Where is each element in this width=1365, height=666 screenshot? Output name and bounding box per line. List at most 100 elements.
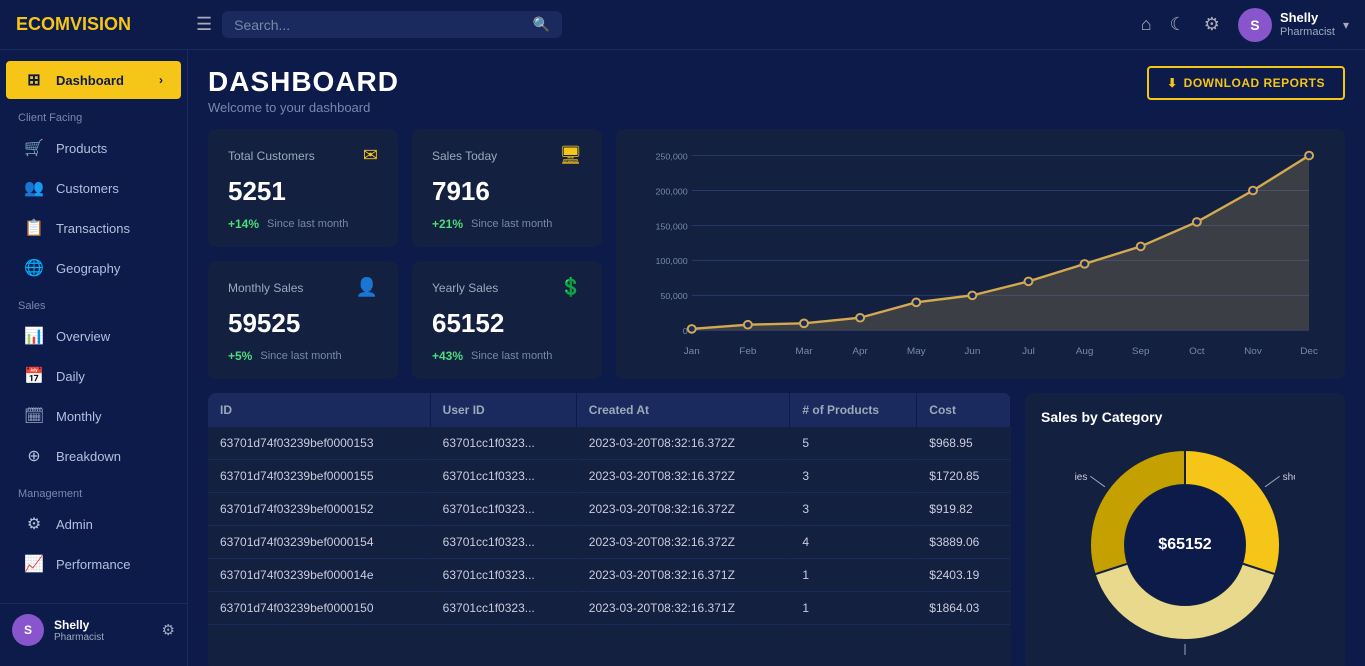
kpi-change-3: +43% (432, 349, 463, 363)
user-menu[interactable]: S Shelly Pharmacist ▾ (1238, 8, 1349, 42)
kpi-value-0: 5251 (228, 176, 378, 207)
svg-text:Dec: Dec (1300, 346, 1318, 357)
app-logo: ECOMVISION (16, 14, 196, 35)
sidebar-avatar: S (12, 614, 44, 646)
col-userid: User ID (430, 393, 576, 427)
geography-icon: 🌐 (24, 258, 44, 278)
kpi-monthly-sales: Monthly Sales 👤 59525 +5% Since last mon… (208, 261, 398, 379)
page-subtitle: Welcome to your dashboard (208, 100, 399, 115)
table-row[interactable]: 63701d74f03239bef000015063701cc1f0323...… (208, 592, 1011, 625)
sidebar-user-role: Pharmacist (54, 632, 104, 643)
svg-text:shoes: shoes (1283, 472, 1295, 483)
donut-center-value: $65152 (1158, 536, 1211, 554)
kpi-label-0: Total Customers (228, 149, 315, 163)
kpi-icon-0: ✉ (363, 145, 378, 166)
search-bar[interactable]: 🔍 (222, 11, 562, 38)
monthly-icon: 🗓 (24, 406, 44, 426)
col-created: Created At (576, 393, 790, 427)
sidebar-item-monthly[interactable]: 🗓 Monthly (6, 397, 181, 435)
table-row[interactable]: 63701d74f03239bef000015263701cc1f0323...… (208, 493, 1011, 526)
kpi-icon-1: 🖥 (559, 145, 582, 166)
sidebar-gear-icon[interactable]: ⚙ (162, 621, 175, 639)
table-cell: $968.95 (917, 427, 1011, 460)
table-cell: $1864.03 (917, 592, 1011, 625)
svg-text:Mar: Mar (795, 346, 813, 357)
table-cell: 2023-03-20T08:32:16.372Z (576, 427, 790, 460)
donut-title: Sales by Category (1041, 409, 1329, 425)
table-cell: 63701cc1f0323... (430, 460, 576, 493)
line-chart: 050,000100,000150,000200,000250,000JanFe… (632, 139, 1329, 359)
sidebar-item-products[interactable]: 🛒 Products (6, 129, 181, 167)
download-icon: ⬇ (1167, 76, 1178, 90)
table-cell: 63701cc1f0323... (430, 526, 576, 559)
table-cell: 2023-03-20T08:32:16.371Z (576, 592, 790, 625)
table-cell: 63701d74f03239bef0000152 (208, 493, 430, 526)
management-label: Management (0, 476, 187, 504)
table-row[interactable]: 63701d74f03239bef000015563701cc1f0323...… (208, 460, 1011, 493)
page-header: DASHBOARD Welcome to your dashboard ⬇ DO… (208, 66, 1345, 115)
col-id: ID (208, 393, 430, 427)
table-row[interactable]: 63701d74f03239bef000014e63701cc1f0323...… (208, 559, 1011, 592)
page-title: DASHBOARD (208, 66, 399, 98)
table-cell: 2023-03-20T08:32:16.371Z (576, 559, 790, 592)
svg-text:100,000: 100,000 (655, 256, 687, 266)
download-reports-button[interactable]: ⬇ DOWNLOAD REPORTS (1147, 66, 1345, 100)
svg-text:Aug: Aug (1076, 346, 1094, 357)
kpi-label-1: Sales Today (432, 149, 497, 163)
kpi-icon-2: 👤 (356, 277, 378, 298)
table-row[interactable]: 63701d74f03239bef000015363701cc1f0323...… (208, 427, 1011, 460)
col-cost: Cost (917, 393, 1011, 427)
table-cell: 63701d74f03239bef0000150 (208, 592, 430, 625)
table-cell: 63701d74f03239bef0000154 (208, 526, 430, 559)
sidebar-item-performance[interactable]: 📈 Performance (6, 545, 181, 583)
sidebar-item-breakdown[interactable]: ⊕ Breakdown (6, 437, 181, 475)
settings-icon[interactable]: ⚙ (1204, 14, 1220, 35)
kpi-sales-today: Sales Today 🖥 7916 +21% Since last month (412, 129, 602, 247)
sidebar-item-dashboard[interactable]: ⊞ Dashboard › (6, 61, 181, 99)
table-cell: 63701cc1f0323... (430, 493, 576, 526)
user-avatar: S (1238, 8, 1272, 42)
line-chart-card: 050,000100,000150,000200,000250,000JanFe… (616, 129, 1345, 379)
svg-text:Nov: Nov (1244, 346, 1262, 357)
customers-icon: 👥 (24, 178, 44, 198)
kpi-since-2: Since last month (260, 350, 341, 362)
moon-icon[interactable]: ☾ (1170, 14, 1186, 35)
github-icon[interactable]: ⌂ (1141, 14, 1152, 35)
table-cell: 63701cc1f0323... (430, 559, 576, 592)
svg-text:Oct: Oct (1189, 346, 1205, 357)
sidebar-item-admin[interactable]: ⚙ Admin (6, 505, 181, 543)
table-cell: $2403.19 (917, 559, 1011, 592)
sidebar-item-daily[interactable]: 📅 Daily (6, 357, 181, 395)
products-icon: 🛒 (24, 138, 44, 158)
sidebar: ⊞ Dashboard › Client Facing 🛒 Products 👥… (0, 50, 188, 666)
kpi-change-1: +21% (432, 217, 463, 231)
main-content: DASHBOARD Welcome to your dashboard ⬇ DO… (188, 50, 1365, 666)
client-facing-label: Client Facing (0, 100, 187, 128)
transactions-data-table: ID User ID Created At # of Products Cost… (208, 393, 1011, 625)
page-title-block: DASHBOARD Welcome to your dashboard (208, 66, 399, 115)
table-cell: 2023-03-20T08:32:16.372Z (576, 493, 790, 526)
table-row[interactable]: 63701d74f03239bef000015463701cc1f0323...… (208, 526, 1011, 559)
sidebar-item-transactions[interactable]: 📋 Transactions (6, 209, 181, 247)
search-input[interactable] (234, 17, 525, 33)
table-cell: 63701d74f03239bef0000155 (208, 460, 430, 493)
kpi-since-1: Since last month (471, 218, 552, 230)
table-donut-row: ID User ID Created At # of Products Cost… (208, 393, 1345, 666)
svg-text:250,000: 250,000 (655, 152, 687, 162)
svg-text:Jun: Jun (964, 346, 980, 357)
table-cell: 1 (790, 559, 917, 592)
sidebar-item-overview[interactable]: 📊 Overview (6, 317, 181, 355)
table-cell: 4 (790, 526, 917, 559)
kpi-value-3: 65152 (432, 308, 582, 339)
breakdown-icon: ⊕ (24, 446, 44, 466)
kpi-since-0: Since last month (267, 218, 348, 230)
daily-icon: 📅 (24, 366, 44, 386)
sidebar-item-geography[interactable]: 🌐 Geography (6, 249, 181, 287)
chevron-down-icon: ▾ (1343, 18, 1349, 32)
body-layout: ⊞ Dashboard › Client Facing 🛒 Products 👥… (0, 50, 1365, 666)
hamburger-icon[interactable]: ☰ (196, 14, 212, 35)
kpi-label-2: Monthly Sales (228, 281, 303, 295)
sidebar-item-customers[interactable]: 👥 Customers (6, 169, 181, 207)
sales-label: Sales (0, 288, 187, 316)
table-cell: 63701cc1f0323... (430, 427, 576, 460)
